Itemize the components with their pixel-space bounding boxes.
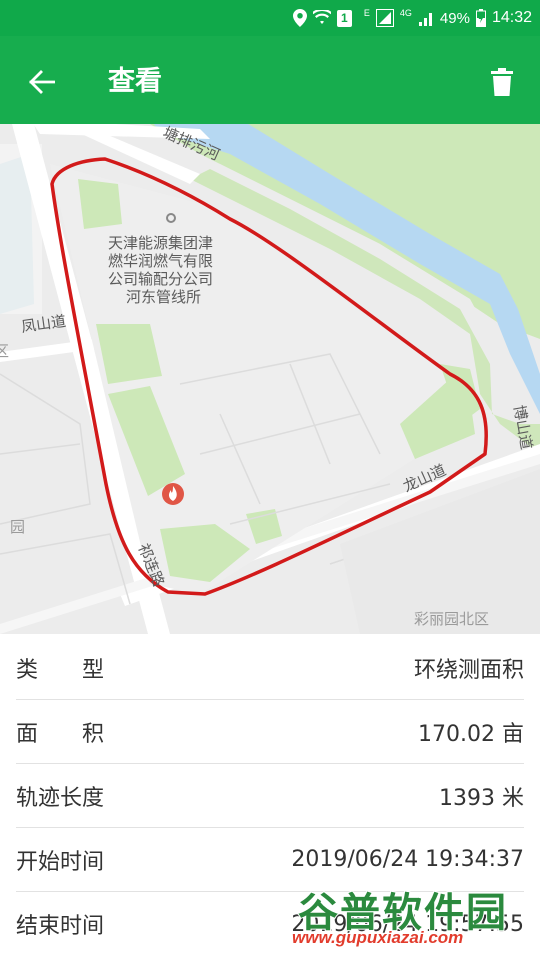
detail-value: 2019/06/24 19:34:37	[291, 847, 524, 872]
map-label-poi-line-4: 河东管线所	[126, 288, 201, 306]
detail-value: 环绕测面积	[413, 657, 524, 683]
status-icons: 1 E 4G 49% 14:32	[292, 0, 532, 36]
fire-station-icon	[162, 483, 184, 505]
battery-charging-icon	[475, 9, 486, 27]
detail-value: 2019/06/24 19:57:55	[291, 911, 524, 937]
map-canvas[interactable]: 塘排污河 天津能源集团津 燃华润燃气有限 公司输配分公司 河东管线所 凤山道 龙…	[0, 124, 540, 634]
network-4g-label: 4G	[399, 8, 412, 18]
trash-icon	[491, 68, 513, 96]
map-label-left-edge: 区	[0, 342, 9, 360]
network-e-label: E	[363, 8, 370, 18]
arrow-left-icon	[29, 70, 55, 94]
page-title: 查看	[108, 66, 162, 97]
sim-badge: 1	[336, 9, 352, 27]
detail-list: 类 型 环绕测面积 面 积 170.02 亩 轨迹长度 1393 米 开始时间 …	[0, 634, 540, 960]
battery-percent: 49%	[439, 9, 470, 27]
map-label-yuan: 园	[10, 518, 25, 536]
delete-button[interactable]	[484, 62, 520, 102]
back-button[interactable]	[22, 62, 62, 102]
detail-row-end-time: 结束时间 2019/06/24 19:57:55	[16, 892, 524, 956]
detail-label: 类 型	[16, 657, 105, 683]
map-label-poi-line-2: 燃华润燃气有限	[108, 252, 213, 270]
detail-label: 轨迹长度	[16, 785, 105, 811]
detail-row-start-time: 开始时间 2019/06/24 19:34:37	[16, 828, 524, 892]
location-icon	[292, 9, 307, 27]
detail-label: 开始时间	[16, 849, 105, 875]
wifi-icon	[312, 10, 331, 24]
detail-row-track-length: 轨迹长度 1393 米	[16, 764, 524, 828]
status-bar: 1 E 4G 49% 14:32	[0, 0, 540, 36]
detail-value: 170.02 亩	[418, 721, 524, 747]
signal-icon-2	[418, 13, 432, 26]
signal-icon-1	[375, 9, 394, 27]
map-label-poi-line-3: 公司输配分公司	[108, 270, 213, 288]
map-label-caili-north: 彩丽园北区	[414, 610, 489, 628]
clock: 14:32	[491, 9, 532, 26]
detail-label: 结束时间	[16, 914, 105, 939]
map-label-poi-line-1: 天津能源集团津	[108, 234, 213, 252]
detail-row-type: 类 型 环绕测面积	[16, 636, 524, 700]
detail-label: 面 积	[16, 721, 105, 747]
map-view[interactable]: 塘排污河 天津能源集团津 燃华润燃气有限 公司输配分公司 河东管线所 凤山道 龙…	[0, 124, 540, 634]
detail-value: 1393 米	[439, 785, 524, 811]
app-bar: 查看	[0, 36, 540, 124]
detail-row-area: 面 积 170.02 亩	[16, 700, 524, 764]
